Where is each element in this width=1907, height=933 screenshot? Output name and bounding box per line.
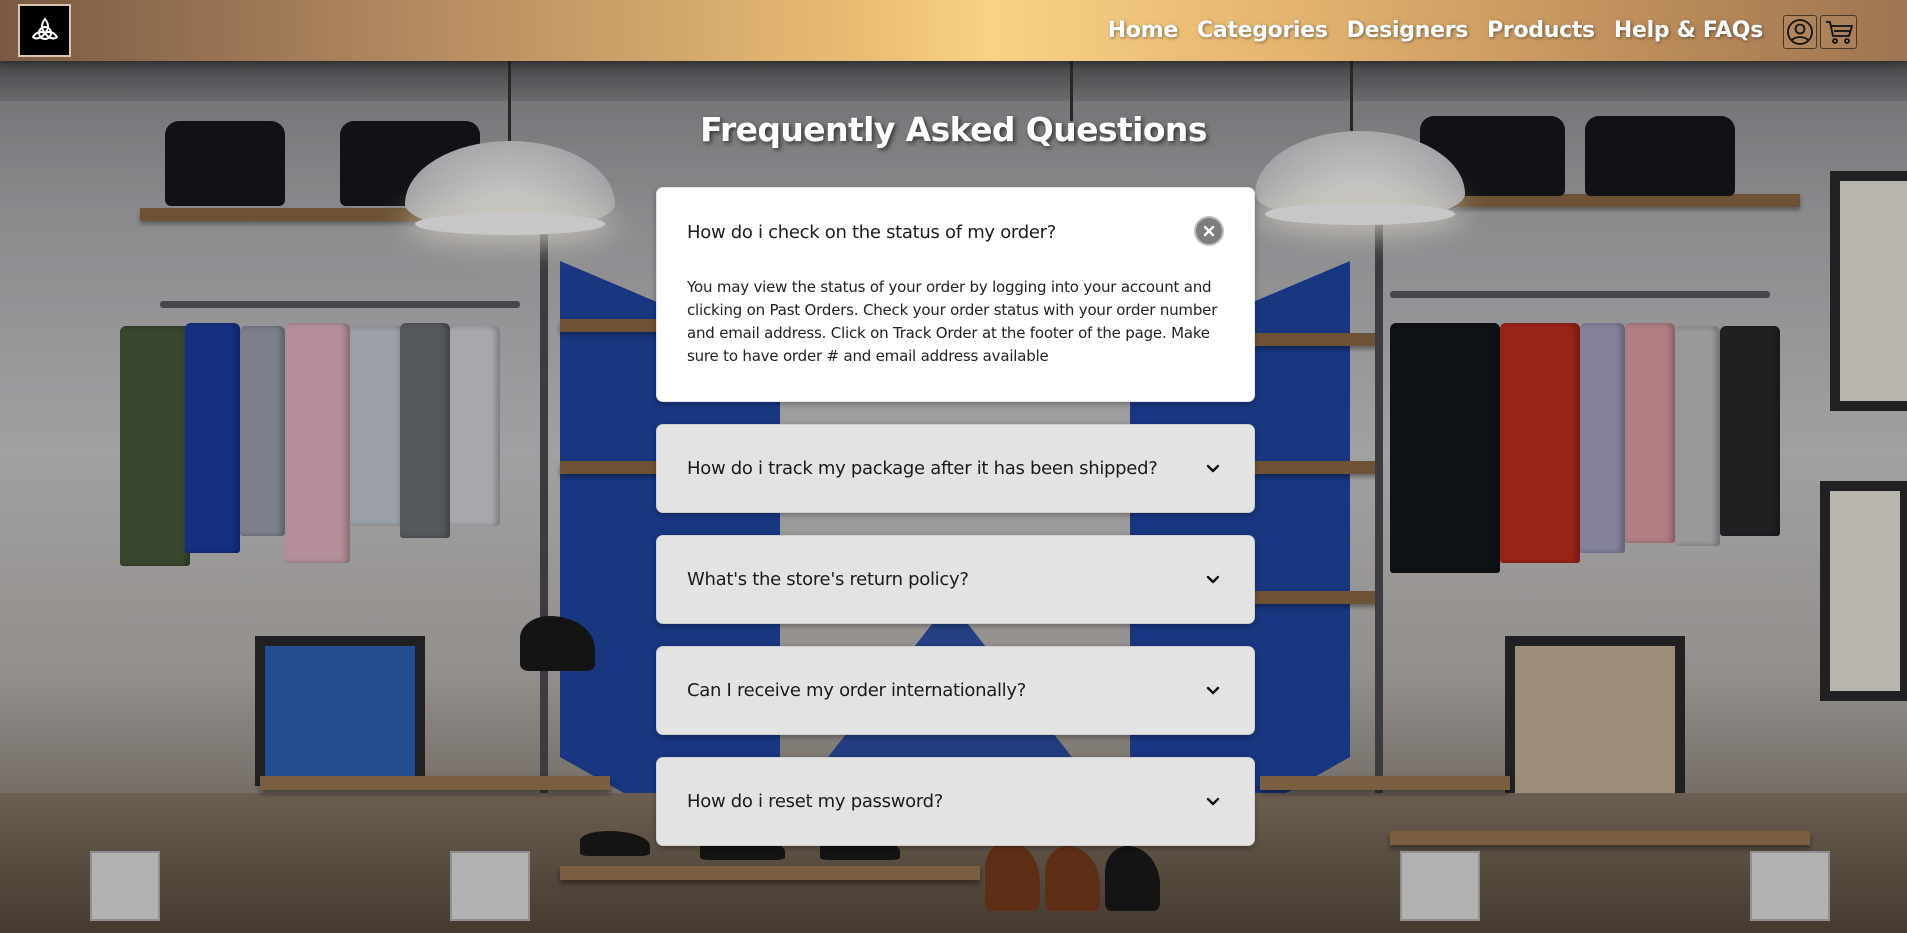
chevron-down-icon bbox=[1206, 686, 1220, 695]
expand-button[interactable] bbox=[1201, 679, 1225, 703]
nav-help-faqs[interactable]: Help & FAQs bbox=[1614, 18, 1763, 43]
faq-item: How do i reset my password? bbox=[656, 757, 1255, 846]
expand-button[interactable] bbox=[1201, 790, 1225, 814]
top-navbar: Home Categories Designers Products Help … bbox=[0, 0, 1907, 61]
main-nav: Home Categories Designers Products Help … bbox=[1108, 0, 1764, 61]
user-circle-icon bbox=[1787, 19, 1813, 45]
chevron-down-icon bbox=[1206, 464, 1220, 473]
chevron-down-icon bbox=[1206, 575, 1220, 584]
faq-question[interactable]: What's the store's return policy? bbox=[657, 536, 1254, 623]
faq-item: What's the store's return policy? bbox=[656, 535, 1255, 624]
nav-categories[interactable]: Categories bbox=[1197, 18, 1328, 43]
cart-button[interactable] bbox=[1820, 15, 1857, 49]
faq-question[interactable]: How do i check on the status of my order… bbox=[657, 188, 1254, 276]
close-icon bbox=[1203, 225, 1215, 237]
shopping-cart-icon bbox=[1825, 21, 1853, 44]
faq-item: How do i check on the status of my order… bbox=[656, 187, 1255, 402]
nav-products[interactable]: Products bbox=[1487, 18, 1595, 43]
nav-designers[interactable]: Designers bbox=[1347, 18, 1469, 43]
faq-question[interactable]: How do i reset my password? bbox=[657, 758, 1254, 845]
page-title: Frequently Asked Questions bbox=[700, 110, 1207, 149]
faq-question[interactable]: Can I receive my order internationally? bbox=[657, 647, 1254, 734]
expand-button[interactable] bbox=[1201, 568, 1225, 592]
faq-question[interactable]: How do i track my package after it has b… bbox=[657, 425, 1254, 512]
logo[interactable] bbox=[18, 4, 71, 57]
faq-answer: You may view the status of your order by… bbox=[687, 278, 1218, 365]
close-button[interactable] bbox=[1194, 216, 1224, 246]
account-button[interactable] bbox=[1783, 15, 1817, 49]
faq-item: Can I receive my order internationally? bbox=[656, 646, 1255, 735]
nav-home[interactable]: Home bbox=[1108, 18, 1178, 43]
triquetra-logo-icon bbox=[31, 16, 58, 40]
faq-list: How do i check on the status of my order… bbox=[656, 187, 1255, 868]
expand-button[interactable] bbox=[1201, 457, 1225, 481]
chevron-down-icon bbox=[1206, 797, 1220, 806]
faq-item: How do i track my package after it has b… bbox=[656, 424, 1255, 513]
